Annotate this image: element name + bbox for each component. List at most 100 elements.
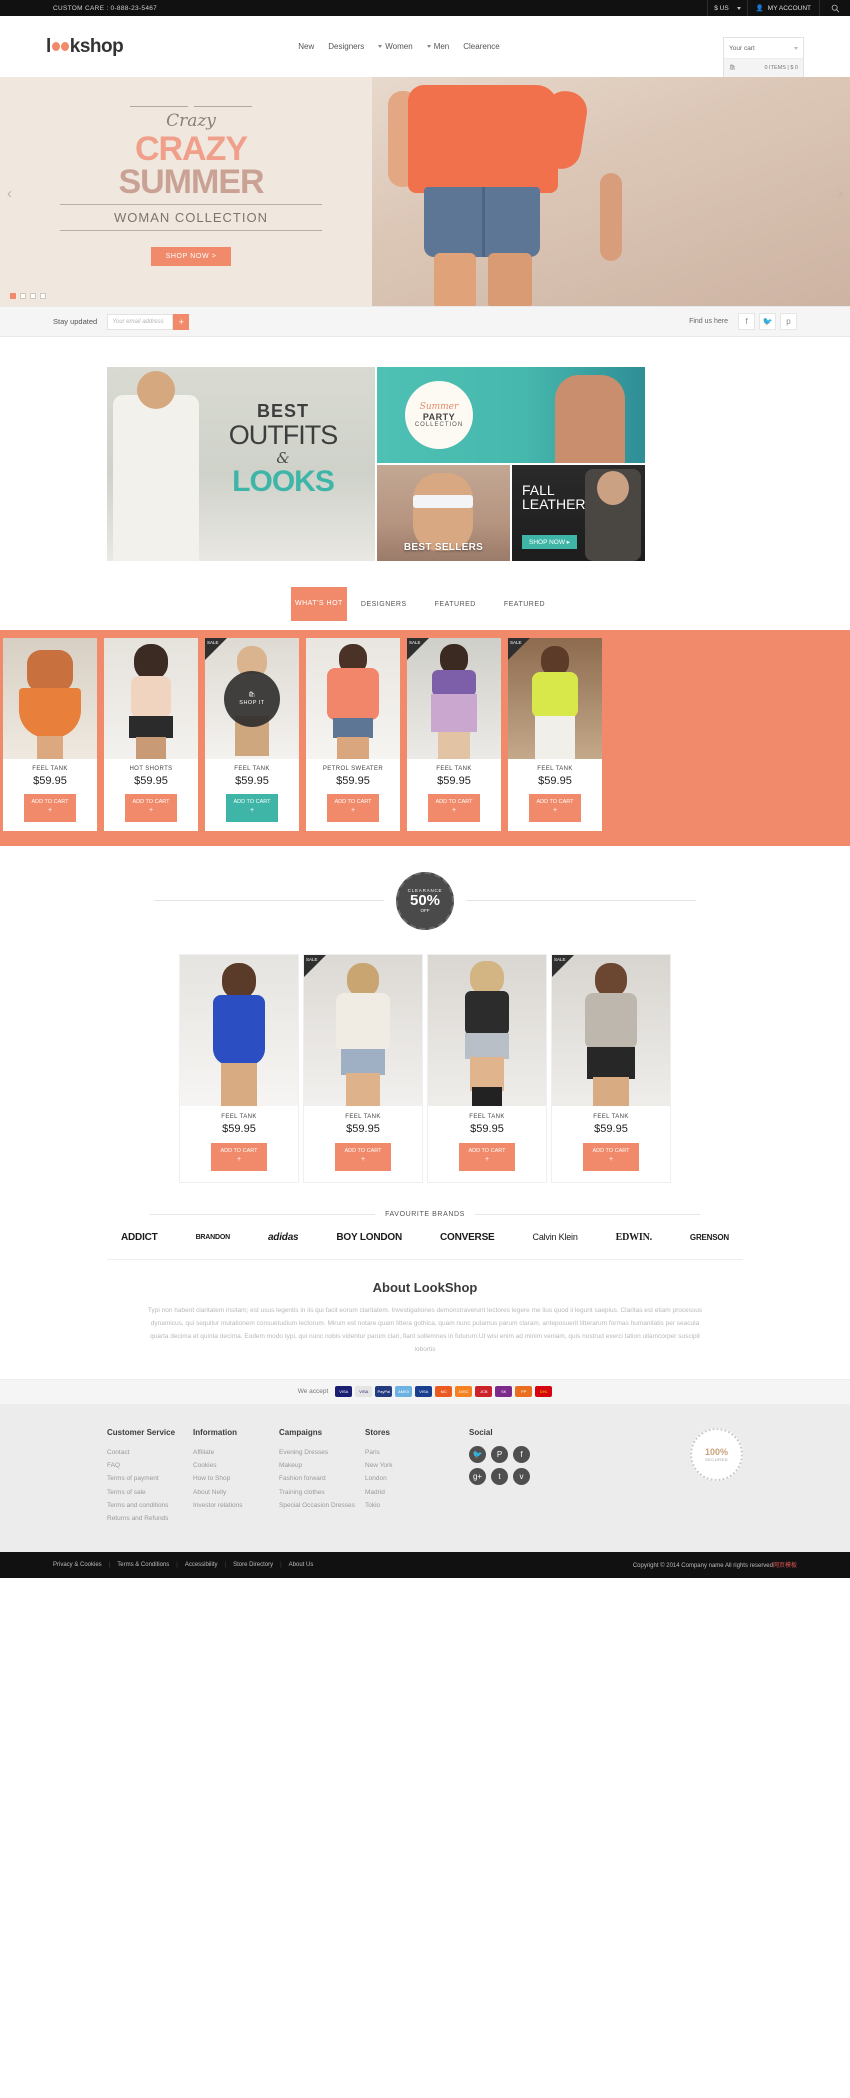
promo-best-sellers[interactable]: BEST SELLERS xyxy=(377,465,510,561)
add-to-cart-button[interactable]: ADD TO CART + xyxy=(125,794,177,822)
footer-link[interactable]: FAQ xyxy=(107,1459,193,1472)
shop-it-overlay[interactable]: 🛍 SHOP IT xyxy=(224,670,280,727)
brand-logo-converse[interactable]: CONVERSE xyxy=(440,1232,495,1243)
tab-designers[interactable]: DESIGNERS xyxy=(347,587,421,621)
footer-link[interactable]: Contact xyxy=(107,1446,193,1459)
footer-link[interactable]: London xyxy=(365,1472,451,1485)
product-image[interactable] xyxy=(304,954,422,1106)
tab-whats-hot[interactable]: WHAT'S HOT xyxy=(290,587,347,621)
slider-dot-3[interactable] xyxy=(30,293,36,299)
product-image[interactable] xyxy=(428,954,546,1106)
footer-link[interactable]: Special Occasion Dresses xyxy=(279,1499,365,1512)
vimeo-icon[interactable]: v xyxy=(513,1467,530,1485)
footer-link[interactable]: Terms of payment xyxy=(107,1472,193,1485)
newsletter-submit-button[interactable]: + xyxy=(173,313,190,330)
add-to-cart-button[interactable]: ADD TO CART + xyxy=(428,794,480,822)
brand-logo-calvin-klein[interactable]: Calvin Klein xyxy=(533,1232,578,1242)
slider-dot-4[interactable] xyxy=(40,293,46,299)
add-to-cart-button[interactable]: ADD TO CART + xyxy=(211,1142,267,1171)
nav-item-clearence[interactable]: Clearence xyxy=(463,42,499,51)
footer-link[interactable]: Makeup xyxy=(279,1459,365,1472)
product-card[interactable]: SALE FEEL TANK $59.95 ADD TO CART + xyxy=(407,638,501,831)
add-to-cart-button[interactable]: ADD TO CART + xyxy=(529,794,581,822)
slider-dot-2[interactable] xyxy=(20,293,26,299)
slider-next-arrow[interactable]: › xyxy=(838,185,843,202)
product-image[interactable] xyxy=(552,954,670,1106)
footer-link[interactable]: About Nelly xyxy=(193,1486,279,1499)
googleplus-icon[interactable]: g+ xyxy=(469,1467,486,1485)
product-card[interactable]: SALE 🛍 SHOP IT FEEL TANK $59.95 ADD TO C… xyxy=(205,638,299,831)
product-image[interactable] xyxy=(180,954,298,1106)
bottom-link-store-directory[interactable]: Store Directory xyxy=(233,1562,273,1568)
brand-logo-boy-london[interactable]: BOY LONDON xyxy=(336,1232,402,1243)
slider-prev-arrow[interactable]: ‹ xyxy=(7,185,12,202)
site-logo[interactable]: l kshop xyxy=(46,36,124,58)
footer-link[interactable]: Terms and conditions xyxy=(107,1499,193,1512)
nav-item-designers[interactable]: Designers xyxy=(328,42,364,51)
bottom-link-terms[interactable]: Terms & Conditions xyxy=(117,1562,169,1568)
footer-link[interactable]: Investor relations xyxy=(193,1499,279,1512)
add-to-cart-button[interactable]: ADD TO CART + xyxy=(226,794,278,822)
bottom-link-privacy[interactable]: Privacy & Cookies xyxy=(53,1562,102,1568)
newsletter-email-input[interactable]: Your email address xyxy=(107,313,174,330)
my-account-link[interactable]: 👤 MY ACCOUNT xyxy=(746,0,820,16)
tab-featured-2[interactable]: FEATURED xyxy=(490,587,559,621)
product-card[interactable]: HOT SHORTS $59.95 ADD TO CART + xyxy=(104,638,198,831)
hero-shop-now-button[interactable]: SHOP NOW > xyxy=(151,247,231,267)
nav-item-new[interactable]: New xyxy=(298,42,314,51)
tumblr-icon[interactable]: t xyxy=(491,1467,508,1485)
product-image[interactable] xyxy=(3,638,97,759)
product-card[interactable]: FEEL TANK $59.95 ADD TO CART + xyxy=(3,638,97,831)
brand-logo-brandon[interactable]: BRANDON xyxy=(196,1234,231,1241)
promo-fall-leather[interactable]: FALL LEATHER SHOP NOW ▸ xyxy=(512,465,645,561)
footer-link[interactable]: Returns and Refunds xyxy=(107,1512,193,1525)
add-to-cart-button[interactable]: ADD TO CART + xyxy=(583,1142,639,1171)
facebook-icon[interactable]: f xyxy=(738,313,755,330)
product-card[interactable]: PETROL SWEATER $59.95 ADD TO CART + xyxy=(306,638,400,831)
footer-link[interactable]: Training clothes xyxy=(279,1486,365,1499)
add-to-cart-button[interactable]: ADD TO CART + xyxy=(459,1142,515,1171)
twitter-icon[interactable]: 🐦 xyxy=(469,1445,486,1463)
add-to-cart-button[interactable]: ADD TO CART + xyxy=(24,794,76,822)
footer-link[interactable]: Tokio xyxy=(365,1499,451,1512)
twitter-icon[interactable]: 🐦 xyxy=(759,313,776,330)
footer-link[interactable]: New York xyxy=(365,1459,451,1472)
footer-link[interactable]: Cookies xyxy=(193,1459,279,1472)
footer-link[interactable]: Affiliate xyxy=(193,1446,279,1459)
footer-link[interactable]: Madrid xyxy=(365,1486,451,1499)
footer-link[interactable]: Evening Dresses xyxy=(279,1446,365,1459)
promo-summer-party[interactable]: Summer PARTY COLLECTION xyxy=(377,367,645,463)
footer-link[interactable]: Fashion forward xyxy=(279,1472,365,1485)
pinterest-icon[interactable]: P xyxy=(491,1445,508,1463)
slider-dot-1[interactable] xyxy=(10,293,16,299)
product-image[interactable] xyxy=(104,638,198,759)
facebook-icon[interactable]: f xyxy=(513,1445,530,1463)
product-card[interactable]: SALE FEEL TANK $59.95 ADD TO CART + xyxy=(551,953,671,1183)
bottom-link-accessibility[interactable]: Accessibility xyxy=(185,1562,218,1568)
add-to-cart-button[interactable]: ADD TO CART + xyxy=(335,1142,391,1171)
footer-link[interactable]: How to Shop xyxy=(193,1472,279,1485)
brand-logo-addict[interactable]: ADDICT xyxy=(121,1232,158,1243)
search-button[interactable] xyxy=(820,0,850,16)
nav-item-men[interactable]: Men xyxy=(426,42,449,51)
nav-item-women[interactable]: Women xyxy=(378,42,413,51)
promo-leather-shop-now-button[interactable]: SHOP NOW ▸ xyxy=(522,535,578,549)
bottom-link-about-us[interactable]: About Us xyxy=(289,1562,314,1568)
promo-best-outfits[interactable]: BEST OUTFITS & LOOKS xyxy=(107,367,375,561)
footer-link[interactable]: Terms of sale xyxy=(107,1486,193,1499)
product-card[interactable]: SALE FEEL TANK $59.95 ADD TO CART + xyxy=(508,638,602,831)
brand-logo-adidas[interactable]: adidas xyxy=(268,1232,299,1243)
product-card[interactable]: FEEL TANK $59.95 ADD TO CART + xyxy=(179,953,299,1183)
tab-featured-1[interactable]: FEATURED xyxy=(421,587,490,621)
product-card[interactable]: SALE FEEL TANK $59.95 ADD TO CART + xyxy=(303,953,423,1183)
brand-logo-grenson[interactable]: GRENSON xyxy=(690,1233,729,1242)
brand-logo-edwin[interactable]: EDWIN. xyxy=(616,1232,653,1243)
currency-selector[interactable]: $ US xyxy=(707,0,746,16)
cart-header[interactable]: Your cart xyxy=(724,38,803,58)
footer-link[interactable]: Paris xyxy=(365,1446,451,1459)
add-to-cart-button[interactable]: ADD TO CART + xyxy=(327,794,379,822)
pinterest-icon[interactable]: p xyxy=(780,313,797,330)
cart-widget[interactable]: Your cart 🛍 0 ITEMS | $ 0 xyxy=(723,37,804,78)
product-image[interactable] xyxy=(306,638,400,759)
product-card[interactable]: FEEL TANK $59.95 ADD TO CART + xyxy=(427,953,547,1183)
